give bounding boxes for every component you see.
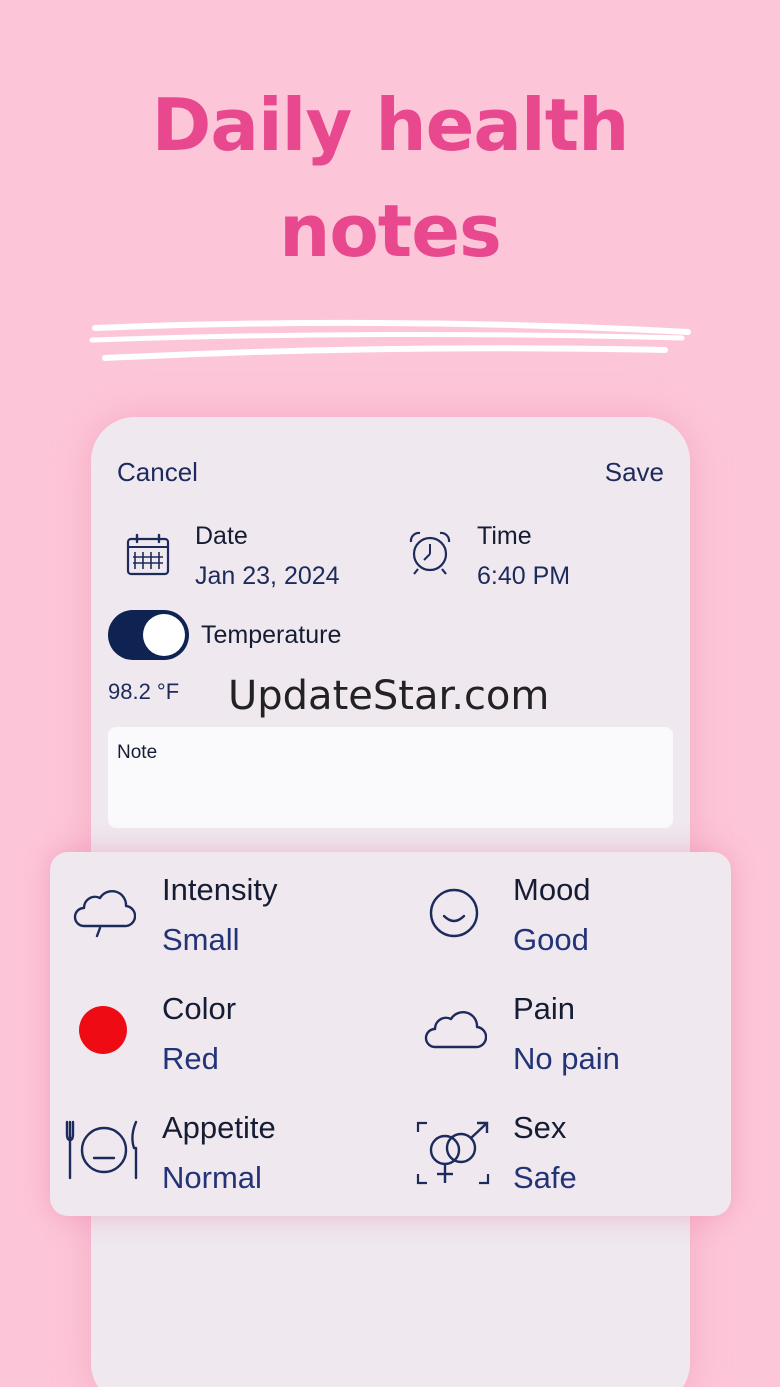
cancel-button[interactable]: Cancel <box>117 457 198 488</box>
sex-item[interactable]: Sex Safe <box>411 1092 741 1202</box>
appetite-title: Appetite <box>162 1110 276 1145</box>
note-input[interactable]: Note <box>108 727 673 828</box>
gender-symbols-icon <box>416 1121 490 1185</box>
intensity-title: Intensity <box>162 872 278 907</box>
appetite-item[interactable]: Appetite Normal <box>60 1092 390 1202</box>
appetite-value: Normal <box>162 1160 262 1195</box>
alarm-clock-icon <box>409 531 451 575</box>
save-button[interactable]: Save <box>605 457 664 488</box>
mood-title: Mood <box>513 872 591 907</box>
temperature-toggle[interactable] <box>108 610 189 660</box>
mood-item[interactable]: Mood Good <box>411 854 741 964</box>
time-field[interactable]: Time 6:40 PM <box>391 517 681 597</box>
intensity-value: Small <box>162 922 240 957</box>
red-dot-icon <box>79 1006 127 1054</box>
color-item[interactable]: Color Red <box>60 973 390 1083</box>
sex-title: Sex <box>513 1110 567 1145</box>
cloud-icon <box>424 1011 487 1049</box>
headline-line-2: notes <box>279 189 502 273</box>
time-value: 6:40 PM <box>477 562 571 590</box>
headline: Daily health notes <box>0 72 780 284</box>
date-field[interactable]: Date Jan 23, 2024 <box>91 517 381 597</box>
temperature-value[interactable]: 98.2 °F <box>108 679 179 705</box>
sex-value: Safe <box>513 1160 577 1195</box>
cloud-drizzle-icon <box>73 890 136 938</box>
color-title: Color <box>162 991 237 1026</box>
color-value: Red <box>162 1041 219 1076</box>
intensity-item[interactable]: Intensity Small <box>60 854 390 964</box>
mood-value: Good <box>513 922 589 957</box>
scribble-underline <box>89 319 691 361</box>
calendar-icon <box>126 533 170 576</box>
smile-icon <box>429 888 479 938</box>
date-value: Jan 23, 2024 <box>195 562 340 590</box>
pain-value: No pain <box>513 1041 620 1076</box>
pain-title: Pain <box>513 991 576 1026</box>
time-label: Time <box>477 522 532 550</box>
temperature-label: Temperature <box>201 621 342 649</box>
plate-cutlery-icon <box>65 1120 138 1180</box>
details-card: Intensity Small Mood Good Color Red Pain… <box>50 852 731 1216</box>
toggle-knob <box>143 614 185 656</box>
date-label: Date <box>195 522 248 550</box>
pain-item[interactable]: Pain No pain <box>411 973 741 1083</box>
watermark: UpdateStar.com <box>228 673 550 719</box>
note-placeholder: Note <box>117 742 158 763</box>
headline-line-1: Daily health <box>151 83 630 167</box>
